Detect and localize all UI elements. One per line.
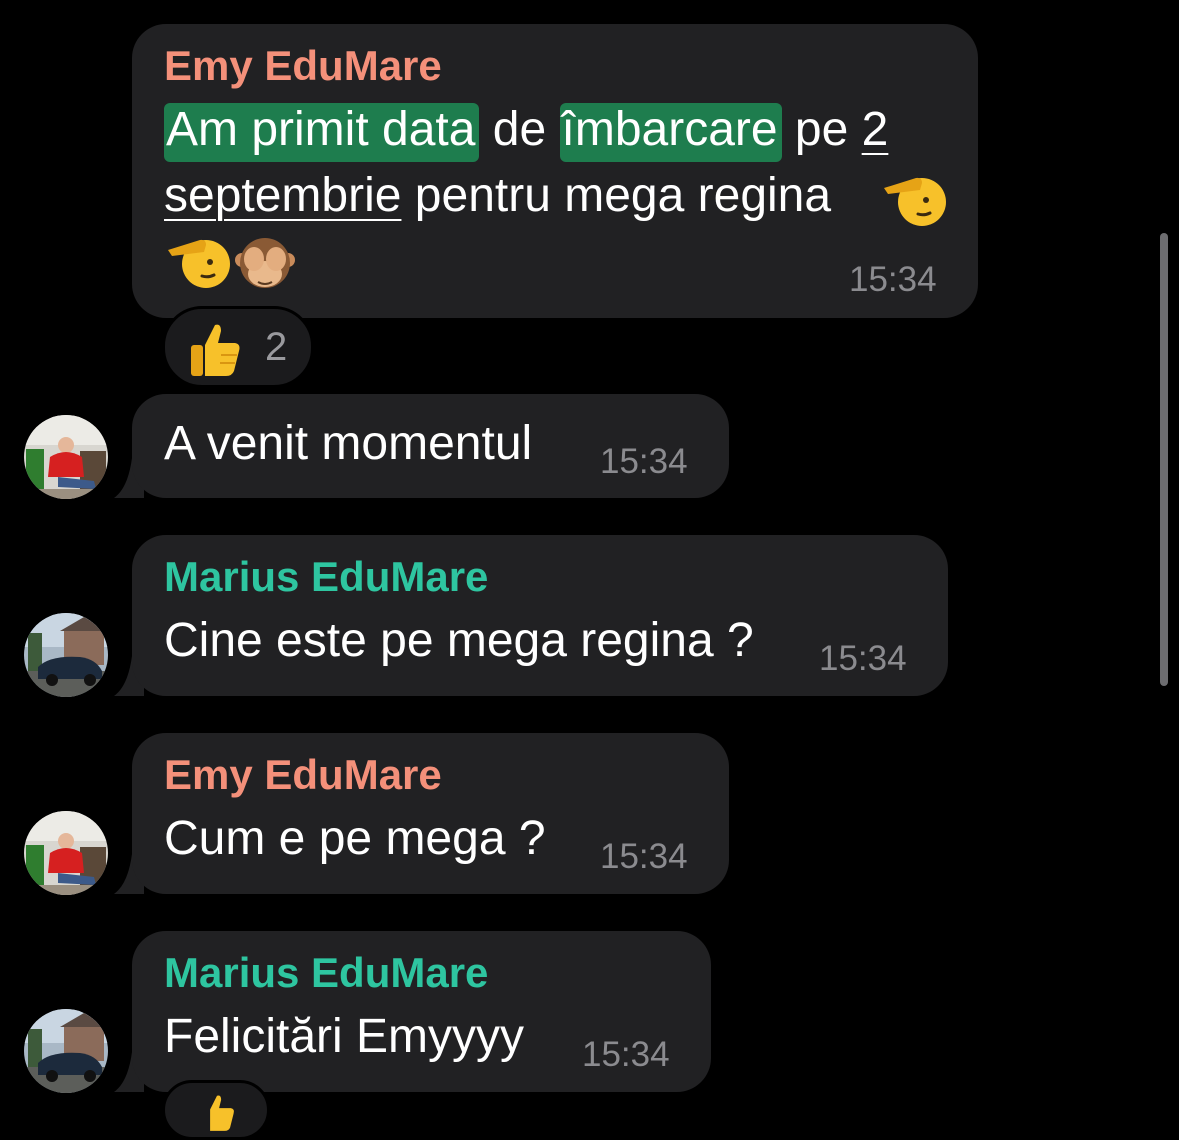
avatar[interactable] xyxy=(24,1009,108,1093)
saluting-face-icon xyxy=(168,239,230,288)
message-time: 15:34 xyxy=(600,837,688,876)
message-text: Am primit data de îmbarcare pe 2 xyxy=(164,97,888,163)
message-time: 15:34 xyxy=(849,260,937,299)
sender-name[interactable]: Emy EduMare xyxy=(164,751,442,799)
message-bubble-5[interactable]: Marius EduMare Felicitări Emyyyy 15:34 xyxy=(132,931,711,1092)
sender-name[interactable]: Marius EduMare xyxy=(164,553,488,601)
thumbs-up-icon xyxy=(210,1095,234,1131)
reaction-chip[interactable]: 2 xyxy=(162,306,314,388)
message-bubble-1[interactable]: Emy EduMare Am primit data de îmbarcare … xyxy=(132,24,978,318)
message-text: A venit momentul xyxy=(164,417,533,470)
message-text: Cine este pe mega regina ? xyxy=(164,614,754,667)
date-link[interactable]: septembrie xyxy=(164,169,401,222)
message-time: 15:34 xyxy=(582,1035,670,1074)
message-text-part: de xyxy=(492,103,547,156)
reaction-chip[interactable] xyxy=(162,1080,270,1140)
saluting-face-icon xyxy=(884,177,946,226)
date-link[interactable]: 2 xyxy=(862,103,889,156)
highlighted-text: Am primit data xyxy=(164,103,480,162)
message-text-part: pentru mega regina xyxy=(414,169,832,222)
message-time: 15:34 xyxy=(819,639,907,678)
avatar[interactable] xyxy=(24,613,108,697)
highlighted-text: îmbarcare xyxy=(559,103,782,162)
sender-name[interactable]: Marius EduMare xyxy=(164,949,488,997)
avatar[interactable] xyxy=(24,811,108,895)
avatar[interactable] xyxy=(24,415,108,499)
sender-name[interactable]: Emy EduMare xyxy=(164,42,442,90)
scrollbar[interactable] xyxy=(1160,233,1168,686)
message-bubble-3[interactable]: Marius EduMare Cine este pe mega regina … xyxy=(132,535,948,696)
message-text: Cum e pe mega ? xyxy=(164,812,546,865)
see-no-evil-monkey-icon xyxy=(235,238,295,288)
message-text: septembrie pentru mega regina xyxy=(164,163,831,229)
reaction-count: 2 xyxy=(265,325,288,369)
message-text-part: pe xyxy=(794,103,849,156)
message-bubble-4[interactable]: Emy EduMare Cum e pe mega ? 15:34 xyxy=(132,733,729,894)
thumbs-up-icon xyxy=(191,324,240,376)
message-text: Felicitări Emyyyy xyxy=(164,1010,525,1063)
message-time: 15:34 xyxy=(600,442,688,481)
message-bubble-2[interactable]: A venit momentul 15:34 xyxy=(132,394,729,498)
